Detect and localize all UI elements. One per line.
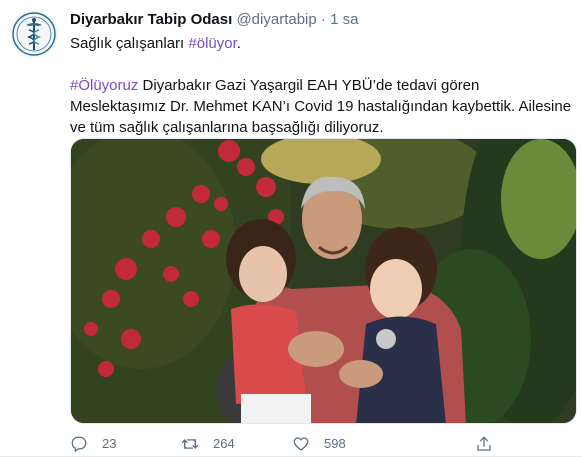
tweet-timestamp[interactable]: 1 sa xyxy=(330,11,358,28)
retweet-count: 264 xyxy=(213,436,235,451)
like-button[interactable]: 598 xyxy=(292,434,346,454)
tweet-text: Sağlık çalışanları #ölüyor. #Ölüyoruz Di… xyxy=(70,33,575,138)
retweet-icon xyxy=(181,438,199,450)
meta-separator: · xyxy=(320,11,326,28)
hashtag-oluyor[interactable]: #ölüyor xyxy=(188,35,236,52)
tweet-line1-text: Sağlık çalışanları xyxy=(70,35,189,52)
tweet-photo[interactable] xyxy=(70,138,577,424)
share-button[interactable] xyxy=(475,434,507,454)
share-icon xyxy=(477,436,491,451)
reply-count: 23 xyxy=(102,436,117,451)
caduceus-logo-icon xyxy=(12,12,56,56)
author-handle[interactable]: @diyartabip xyxy=(236,11,316,28)
tweet-card[interactable]: Diyarbakır Tabip Odası @diyartabip · 1 s… xyxy=(0,0,582,457)
tweet-actions: 23 264 598 xyxy=(70,434,500,454)
tweet-header: Diyarbakır Tabip Odası @diyartabip · 1 s… xyxy=(70,10,358,30)
reply-button[interactable]: 23 xyxy=(70,434,116,454)
avatar[interactable] xyxy=(10,10,58,58)
author-name[interactable]: Diyarbakır Tabip Odası xyxy=(70,11,232,28)
reply-icon xyxy=(71,436,87,452)
tweet-body-text: Diyarbakır Gazi Yaşargil EAH YBÜ’de teda… xyxy=(70,77,572,136)
retweet-button[interactable]: 264 xyxy=(181,434,235,454)
like-count: 598 xyxy=(324,436,346,451)
heart-icon xyxy=(293,437,309,451)
hashtag-oluyoruz[interactable]: #Ölüyoruz xyxy=(70,77,138,94)
family-photo-image xyxy=(71,139,576,423)
tweet-line1-end: . xyxy=(236,35,241,52)
